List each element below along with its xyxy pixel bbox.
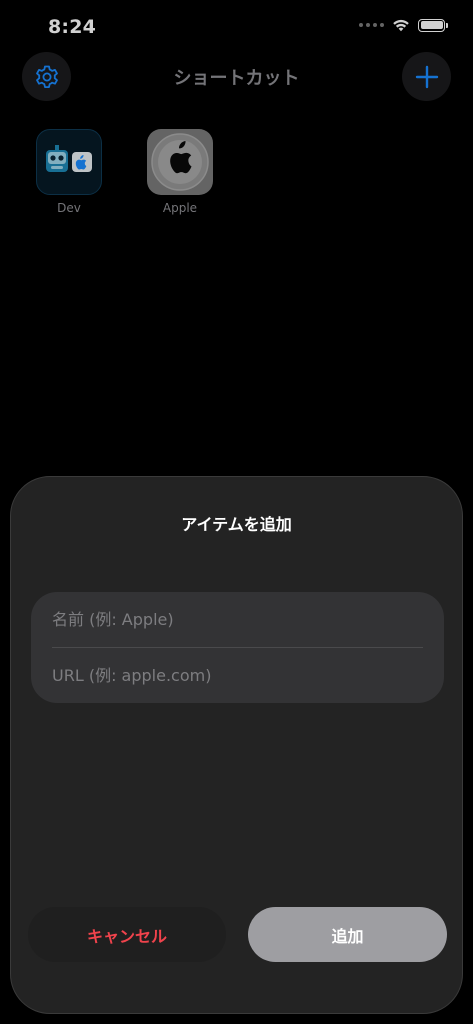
url-field[interactable] [52,648,423,703]
cancel-button[interactable]: キャンセル [28,907,226,962]
add-submit-button[interactable]: 追加 [248,907,447,962]
sheet-title: アイテムを追加 [181,515,292,534]
name-field[interactable] [52,592,423,647]
add-item-sheet: アイテムを追加 キャンセル 追加 [10,476,463,1014]
form-fields [31,592,444,703]
